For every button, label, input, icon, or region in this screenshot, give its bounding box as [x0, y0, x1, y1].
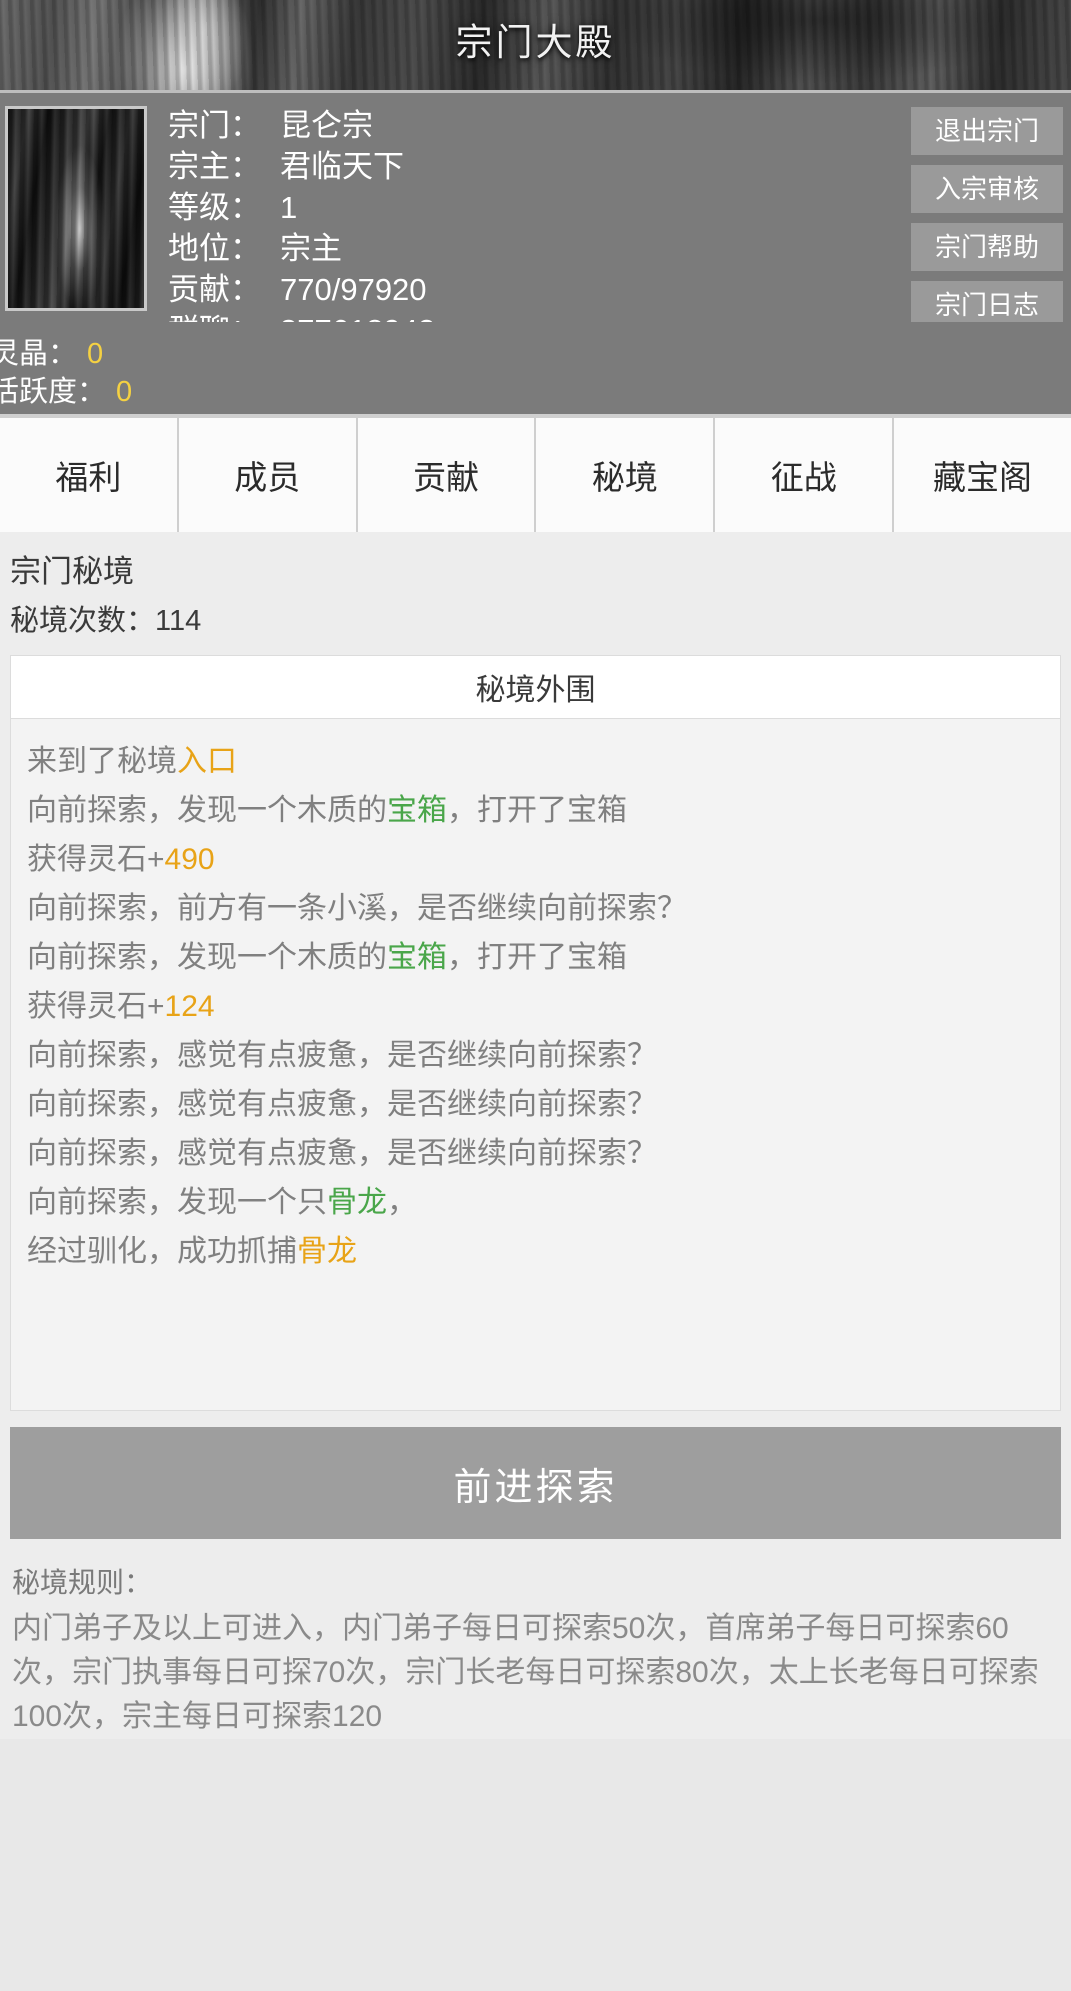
advance-explore-button[interactable]: 前进探索 [10, 1427, 1061, 1539]
log-text: 来到了秘境 [27, 745, 177, 778]
log-text: 获得灵石+ [27, 990, 165, 1023]
log-text: 向前探索，发现一个木质的 [27, 941, 387, 974]
spirit-crystal-label: 灵晶： [0, 338, 78, 370]
clan-action-buttons: 退出宗门 入宗审核 宗门帮助 宗门日志 [911, 107, 1063, 322]
log-line: 经过驯化，成功抓捕骨龙 [27, 1227, 1044, 1276]
log-text: 获得灵石+ [27, 843, 165, 876]
log-text: 向前探索，感觉有点疲惫，是否继续向前探索？ [27, 1088, 657, 1121]
clan-info-row-rank: 地位： 宗主 [168, 228, 435, 269]
clan-groupchat-value: 377618942 [280, 313, 435, 322]
clan-leader-value: 君临天下 [280, 149, 404, 184]
clan-rank-label: 地位： [168, 231, 261, 266]
clan-name-label: 宗门： [168, 108, 261, 143]
clan-log-button[interactable]: 宗门日志 [911, 281, 1063, 322]
tab-contribution[interactable]: 贡献 [357, 418, 537, 532]
log-text: 向前探索，发现一个木质的 [27, 794, 387, 827]
log-text: 向前探索，感觉有点疲惫，是否继续向前探索？ [27, 1137, 657, 1170]
section-title: 宗门秘境 [10, 554, 134, 589]
secret-realm-panel: 宗门秘境 秘境次数：114 秘境外围 来到了秘境入口 向前探索，发现一个木质的宝箱… [0, 532, 1071, 1739]
log-line: 向前探索，发现一个木质的宝箱，打开了宝箱 [27, 786, 1044, 835]
zone-header: 秘境外围 [10, 655, 1061, 719]
resource-bar: 灵晶： 0 活跃度： 0 [0, 322, 1071, 414]
tab-welfare[interactable]: 福利 [0, 418, 179, 532]
log-line: 向前探索，感觉有点疲惫，是否继续向前探索？ [27, 1129, 1044, 1178]
secret-realm-count: 秘境次数：114 [10, 605, 202, 637]
log-line: 向前探索，前方有一条小溪，是否继续向前探索？ [27, 884, 1044, 933]
clan-rank-value: 宗主 [280, 231, 342, 266]
log-highlight-item: 宝箱 [387, 941, 447, 974]
rules-body: 内门弟子及以上可进入，内门弟子每日可探索50次，首席弟子每日可探索60次，宗门执… [12, 1612, 1039, 1733]
clan-groupchat-label: 群聊： [168, 310, 272, 322]
log-line: 向前探索，发现一个只骨龙， [27, 1178, 1044, 1227]
log-highlight-item: 骨龙 [327, 1186, 387, 1219]
log-line: 向前探索，发现一个木质的宝箱，打开了宝箱 [27, 933, 1044, 982]
clan-name-value: 昆仑宗 [280, 108, 373, 143]
log-text: 向前探索，发现一个只 [27, 1186, 327, 1219]
log-highlight-item: 宝箱 [387, 794, 447, 827]
log-text: 向前探索，感觉有点疲惫，是否继续向前探索？ [27, 1039, 657, 1072]
clan-contribution-label: 贡献： [168, 272, 261, 307]
log-text: ， [387, 1186, 417, 1219]
clan-info-row-contribution: 贡献： 770/97920 [168, 269, 435, 310]
log-text: ，打开了宝箱 [447, 941, 627, 974]
log-line: 向前探索，感觉有点疲惫，是否继续向前探索？ [27, 1031, 1044, 1080]
log-highlight-reward: 124 [164, 990, 215, 1023]
log-text: 向前探索，前方有一条小溪，是否继续向前探索？ [27, 892, 687, 925]
spirit-crystal-row: 灵晶： 0 [0, 330, 103, 372]
page-banner: 宗门大殿 [0, 0, 1071, 90]
activity-value: 0 [116, 376, 133, 408]
rules-title: 秘境规则： [12, 1567, 153, 1598]
log-highlight-reward: 490 [164, 843, 215, 876]
spirit-crystal-value: 0 [87, 338, 104, 370]
clan-level-value: 1 [280, 190, 298, 225]
tab-conquest[interactable]: 征战 [715, 418, 895, 532]
clan-help-button[interactable]: 宗门帮助 [911, 223, 1063, 271]
clan-info-row-leader: 宗主： 君临天下 [168, 146, 435, 187]
log-line: 获得灵石+124 [27, 982, 1044, 1031]
clan-info-panel: 宗门： 昆仑宗 宗主： 君临天下 等级： 1 地位： 宗主 贡献： 770/97920 群… [0, 90, 1071, 322]
clan-level-label: 等级： [168, 190, 261, 225]
tab-treasure-pavilion[interactable]: 藏宝阁 [894, 418, 1071, 532]
clan-info-row-level: 等级： 1 [168, 187, 435, 228]
page-title: 宗门大殿 [455, 22, 616, 63]
clan-avatar[interactable] [5, 106, 147, 311]
clan-info-row-groupchat: 群聊： 377618942 [168, 310, 435, 322]
log-text: 经过驯化，成功抓捕 [27, 1235, 297, 1268]
log-line: 获得灵石+490 [27, 835, 1044, 884]
clan-info-list: 宗门： 昆仑宗 宗主： 君临天下 等级： 1 地位： 宗主 贡献： 770/97920 群… [168, 105, 435, 322]
log-highlight-reward: 骨龙 [297, 1235, 357, 1268]
log-line: 向前探索，感觉有点疲惫，是否继续向前探索？ [27, 1080, 1044, 1129]
clan-tab-bar: 福利 成员 贡献 秘境 征战 藏宝阁 [0, 414, 1071, 532]
activity-row: 活跃度： 0 [0, 368, 132, 410]
activity-label: 活跃度： [0, 376, 107, 408]
tab-secret-realm[interactable]: 秘境 [536, 418, 716, 532]
secret-realm-rules: 秘境规则： 内门弟子及以上可进入，内门弟子每日可探索50次，首席弟子每日可探索6… [10, 1561, 1061, 1739]
clan-contribution-value: 770/97920 [280, 272, 427, 307]
tab-members[interactable]: 成员 [178, 418, 358, 532]
clan-leader-label: 宗主： [168, 149, 261, 184]
log-highlight-reward: 入口 [177, 745, 237, 778]
log-line: 来到了秘境入口 [27, 737, 1044, 786]
join-review-button[interactable]: 入宗审核 [911, 165, 1063, 213]
log-text: ，打开了宝箱 [447, 794, 627, 827]
leave-clan-button[interactable]: 退出宗门 [911, 107, 1063, 155]
clan-info-row-name: 宗门： 昆仑宗 [168, 105, 435, 146]
exploration-log[interactable]: 来到了秘境入口 向前探索，发现一个木质的宝箱，打开了宝箱 获得灵石+490 向前探索，… [10, 719, 1061, 1411]
